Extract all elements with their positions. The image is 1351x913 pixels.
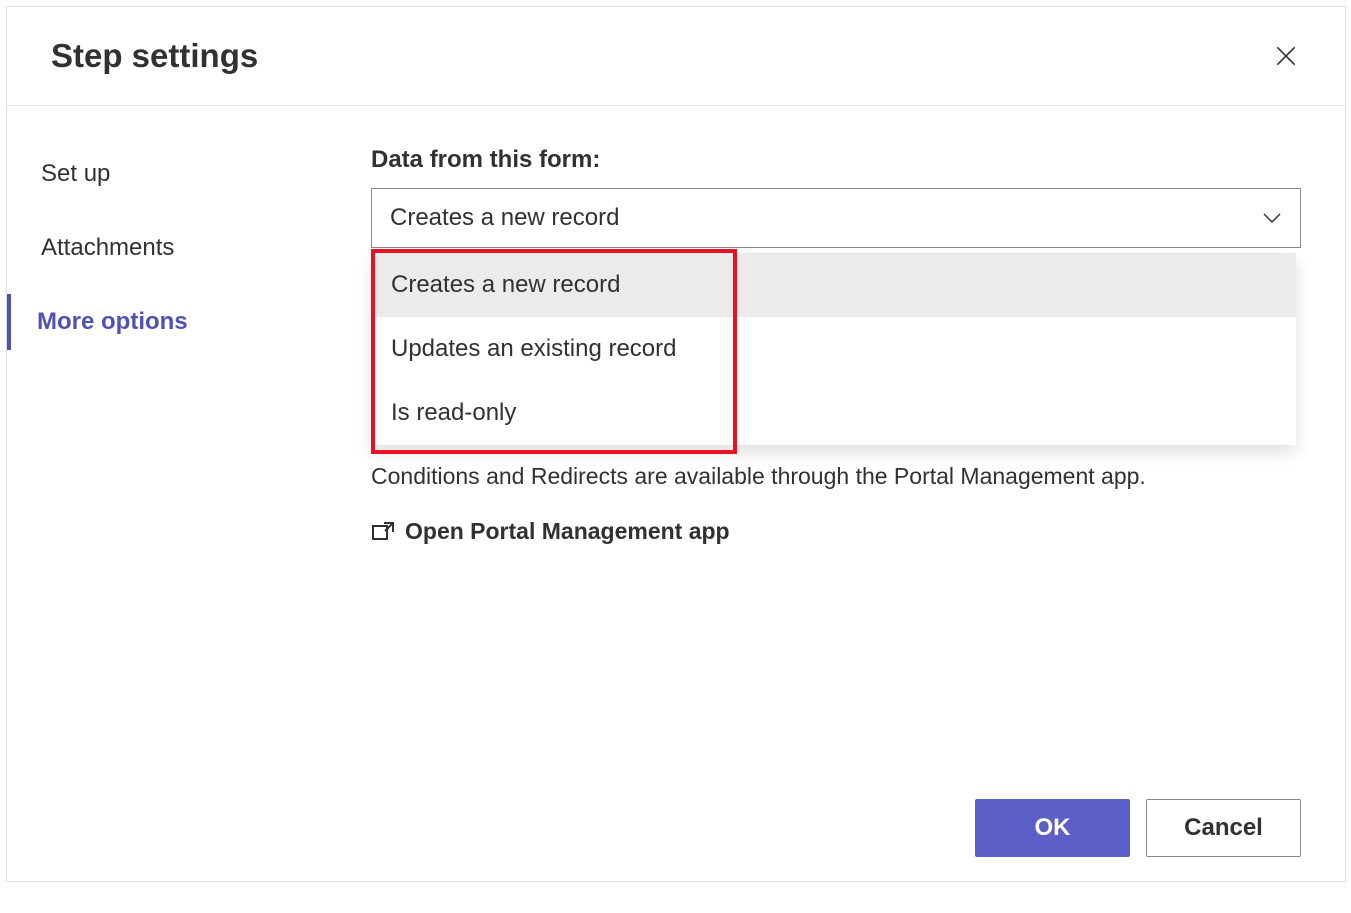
dialog-title: Step settings: [51, 37, 258, 75]
link-label: Open Portal Management app: [405, 518, 730, 545]
external-link-icon: [371, 521, 395, 541]
sidebar-item-label: Set up: [41, 160, 110, 187]
dropdown-option-label: Is read-only: [391, 399, 516, 426]
data-form-dropdown[interactable]: Creates a new record: [371, 188, 1301, 248]
dropdown-list: Creates a new record Updates an existing…: [371, 253, 1296, 445]
dialog-footer: OK Cancel: [7, 775, 1345, 881]
dropdown-option-readonly[interactable]: Is read-only: [371, 381, 1296, 445]
sidebar-item-more-options[interactable]: More options: [7, 294, 331, 350]
dropdown-option-label: Creates a new record: [391, 271, 620, 298]
dropdown-option-creates[interactable]: Creates a new record: [371, 253, 1296, 317]
sidebar-item-attachments[interactable]: Attachments: [7, 220, 331, 276]
open-portal-link[interactable]: Open Portal Management app: [371, 518, 1301, 545]
sidebar-item-label: Attachments: [41, 234, 174, 261]
dropdown-option-label: Updates an existing record: [391, 335, 677, 362]
content-area: Data from this form: Creates a new recor…: [331, 106, 1345, 775]
dropdown-option-updates[interactable]: Updates an existing record: [371, 317, 1296, 381]
button-label: OK: [1035, 814, 1071, 841]
dialog-header: Step settings: [7, 7, 1345, 106]
sidebar-item-label: More options: [37, 308, 188, 335]
hint-text: Conditions and Redirects are available t…: [371, 459, 1301, 494]
button-label: Cancel: [1184, 814, 1263, 841]
dialog-body: Set up Attachments More options Data fro…: [7, 106, 1345, 775]
close-icon: [1273, 43, 1299, 69]
field-label: Data from this form:: [371, 146, 1301, 174]
dropdown-selected-value: Creates a new record: [390, 204, 619, 232]
sidebar: Set up Attachments More options: [7, 106, 331, 775]
ok-button[interactable]: OK: [975, 799, 1130, 857]
cancel-button[interactable]: Cancel: [1146, 799, 1301, 857]
step-settings-dialog: Step settings Set up Attachments More op…: [6, 6, 1346, 882]
chevron-down-icon: [1262, 212, 1282, 224]
close-button[interactable]: [1271, 41, 1301, 71]
sidebar-item-setup[interactable]: Set up: [7, 146, 331, 202]
